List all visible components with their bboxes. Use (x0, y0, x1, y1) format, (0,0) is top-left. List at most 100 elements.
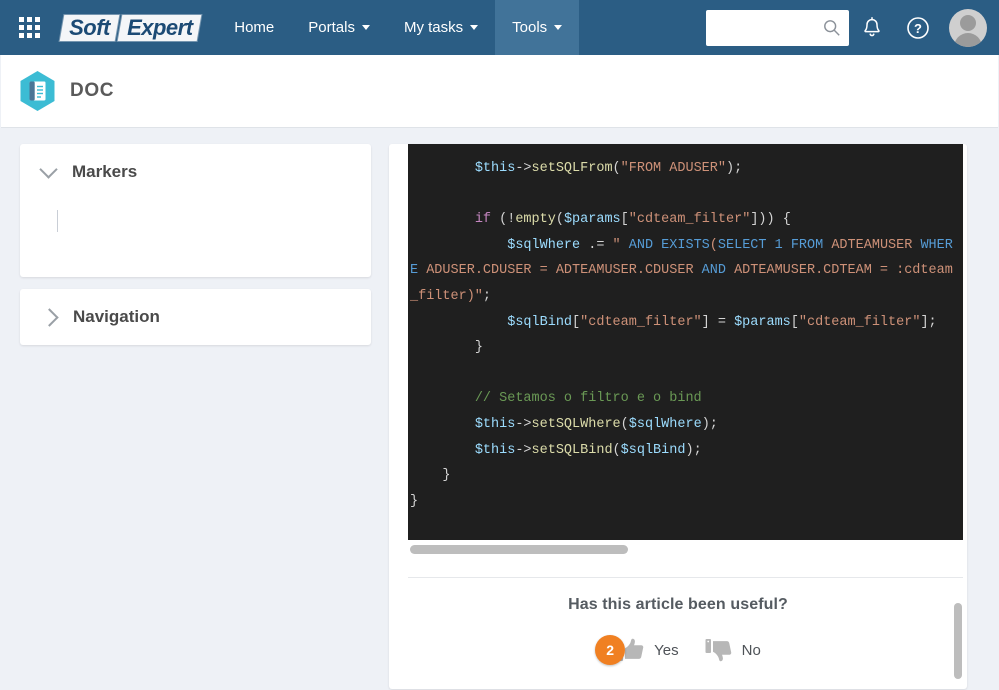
code-line: $this->setSQLFrom("FROM ADUSER"); (408, 156, 963, 182)
code-token: setSQLFrom (531, 161, 613, 176)
code-token: $sqlWhere (628, 416, 702, 432)
code-token: (! (491, 212, 516, 228)
code-token: "cdteam_filter" (580, 314, 702, 330)
code-token: FROM (790, 237, 824, 253)
nav-item-tools-label: Tools (512, 19, 548, 36)
code-token: "cdteam_filter" (628, 212, 751, 228)
page-title: DOC (70, 80, 115, 101)
code-token: ( (612, 442, 621, 458)
document-book-hexagon-icon (19, 70, 56, 112)
panel-markers: Markers (20, 144, 371, 277)
code-line: // Setamos o filtro e o bind (408, 386, 963, 412)
code-token: ( (620, 416, 629, 432)
top-navigation-bar: SoftExpert Home Portals My tasks Tools (0, 0, 999, 55)
code-horizontal-scrollbar-thumb[interactable] (410, 545, 628, 554)
nav-item-my-tasks[interactable]: My tasks (387, 0, 495, 55)
search-input[interactable] (712, 11, 824, 44)
code-token: ]; (920, 314, 937, 330)
vote-yes-label: Yes (654, 641, 679, 659)
code-token: AND (628, 237, 654, 253)
code-horizontal-scrollbar[interactable] (408, 544, 963, 555)
sidebar: Markers Navigation (20, 144, 371, 357)
code-token: .= (580, 237, 613, 253)
code-token: ADTEAMUSER (823, 237, 921, 253)
code-token: $sqlBind (620, 442, 686, 458)
code-token: // Setamos o filtro e o bind (474, 391, 702, 407)
nav-item-portals[interactable]: Portals (291, 0, 387, 55)
vote-no-button[interactable]: No (705, 636, 761, 664)
code-token: $this (474, 442, 516, 458)
code-token: " (612, 237, 629, 253)
logo-soft-part: Soft (59, 14, 120, 41)
code-token: ; (482, 288, 492, 304)
nav-item-home[interactable]: Home (217, 0, 291, 55)
code-token: } (410, 493, 419, 509)
code-line: } (408, 335, 963, 361)
code-token: ( (555, 212, 564, 228)
vote-yes-count-badge: 2 (595, 635, 626, 665)
module-header: DOC (1, 55, 998, 128)
code-token: setSQLWhere (531, 416, 621, 432)
code-snippet: $this->setSQLFrom("FROM ADUSER"); if (!e… (408, 144, 963, 540)
nav-item-portals-label: Portals (308, 19, 355, 36)
thumbs-down-icon (705, 639, 731, 662)
bell-icon (864, 16, 880, 36)
code-line: $this->setSQLWhere($sqlWhere); (408, 412, 963, 438)
code-token: [ (572, 314, 581, 330)
code-token: AND (701, 263, 726, 279)
apps-launcher-button[interactable] (0, 0, 58, 55)
global-search[interactable] (706, 9, 849, 46)
search-icon[interactable] (823, 19, 841, 37)
code-token: $this (474, 416, 516, 432)
nav-item-home-label: Home (234, 19, 275, 36)
logo-expert-part: Expert (117, 14, 202, 41)
panel-navigation: Navigation (20, 289, 371, 345)
vote-no-label: No (741, 641, 761, 659)
panel-navigation-header[interactable]: Navigation (20, 289, 371, 345)
svg-text:?: ? (914, 21, 922, 36)
softexpert-logo[interactable]: Soft Expert (59, 0, 202, 55)
content-vertical-scrollbar-thumb[interactable] (954, 603, 962, 679)
code-token: ( (612, 161, 621, 176)
code-token: $params (563, 212, 621, 228)
question-circle-icon: ? (907, 16, 929, 39)
code-token: -> (515, 161, 532, 176)
panel-markers-header[interactable]: Markers (20, 144, 371, 196)
main-menu: Home Portals My tasks Tools (217, 0, 580, 55)
notifications-button[interactable] (849, 0, 895, 55)
code-line: $this->setSQLBind($sqlBind); (408, 438, 963, 464)
code-token: 1 (774, 237, 783, 253)
vote-yes-button[interactable]: 2 Yes (595, 635, 679, 665)
nav-item-tools[interactable]: Tools (495, 0, 580, 55)
code-token: empty (515, 212, 556, 228)
code-token: $sqlWhere (507, 237, 581, 253)
code-token: [ (790, 314, 799, 330)
code-line: } (408, 463, 963, 489)
panel-markers-title: Markers (72, 162, 138, 181)
chevron-down-icon (39, 160, 58, 179)
help-button[interactable]: ? (895, 0, 941, 55)
feedback-buttons: 2 Yes No (389, 635, 967, 665)
panel-markers-body (20, 196, 371, 277)
feedback-section: Has this article been useful? 2 Yes No (389, 596, 967, 665)
panel-navigation-title: Navigation (73, 307, 160, 326)
code-token: "cdteam_filter" (798, 314, 921, 330)
code-token: setSQLBind (531, 442, 613, 458)
code-line: if (!empty($params["cdteam_filter"])) { (408, 207, 963, 233)
user-avatar[interactable] (949, 8, 987, 47)
code-token: } (410, 340, 483, 356)
article-content-card: $this->setSQLFrom("FROM ADUSER"); if (!e… (389, 144, 967, 689)
code-token: $this (474, 161, 516, 176)
chevron-down-icon (554, 25, 563, 30)
code-line: $sqlBind["cdteam_filter"] = $params["cdt… (408, 310, 963, 336)
nav-item-my-tasks-label: My tasks (403, 19, 464, 36)
code-token: $params (734, 314, 791, 330)
code-token: "FROM ADUSER" (620, 161, 726, 176)
